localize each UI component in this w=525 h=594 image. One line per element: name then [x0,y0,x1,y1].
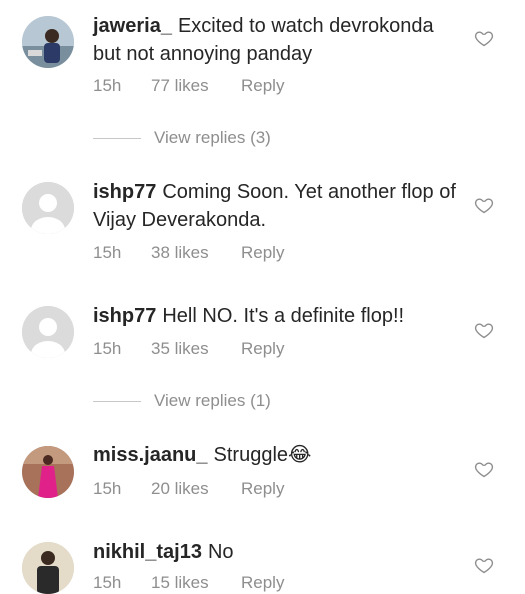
comment-likes[interactable]: 20 likes [151,479,241,499]
heart-outline-icon[interactable] [474,195,494,215]
comment-time: 15h [93,479,122,498]
comment-time: 15h [93,243,122,262]
heart-outline-icon[interactable] [474,320,494,340]
comment-likes[interactable]: 38 likes [151,243,241,263]
comment-meta: 15h 15 likes Reply [93,573,284,593]
user-photo-icon [22,542,74,594]
divider-line [93,400,141,402]
avatar[interactable] [22,446,74,498]
view-replies-label: View replies (1) [154,391,271,410]
default-avatar-icon [22,306,74,358]
comment-username[interactable]: ishp77 [93,305,156,327]
reply-button[interactable]: Reply [241,76,284,96]
comment-meta: 15h 20 likes Reply [93,479,284,499]
comment-likes[interactable]: 15 likes [151,573,241,593]
view-replies-link[interactable]: View replies (3) [93,128,271,148]
comment-username[interactable]: jaweria_ [93,15,172,37]
user-photo-icon [22,446,74,498]
avatar[interactable] [22,542,74,594]
reply-button[interactable]: Reply [241,339,284,359]
default-avatar-icon [22,182,74,234]
comment-meta: 15h 77 likes Reply [93,76,284,96]
comment-username[interactable]: miss.jaanu_ [93,444,208,466]
view-replies-link[interactable]: View replies (1) [93,391,271,411]
comment-time: 15h [93,76,122,95]
heart-outline-icon[interactable] [474,555,494,575]
comment-time: 15h [93,573,122,592]
avatar[interactable] [22,306,74,358]
comment-body: No [207,541,234,563]
reply-button[interactable]: Reply [241,479,284,499]
reply-button[interactable]: Reply [241,573,284,593]
comment-text: ishp77 Coming Soon. Yet another flop of V… [93,178,463,234]
comment-time: 15h [93,339,122,358]
comment-likes[interactable]: 77 likes [151,76,241,96]
comment-text: ishp77 Hell NO. It's a definite flop!! [93,302,463,330]
comment-body: Hell NO. It's a definite flop!! [162,305,405,327]
comment-text: nikhil_taj13 No [93,538,463,566]
comment-meta: 15h 35 likes Reply [93,339,284,359]
reply-button[interactable]: Reply [241,243,284,263]
divider-line [93,137,141,139]
comment-text: miss.jaanu_ Struggle😂 [93,441,463,469]
comment-likes[interactable]: 35 likes [151,339,241,359]
comment-body: Struggle😂 [213,444,312,466]
user-photo-icon [22,16,74,68]
heart-outline-icon[interactable] [474,459,494,479]
comment-username[interactable]: nikhil_taj13 [93,541,202,563]
avatar[interactable] [22,16,74,68]
comment-text: jaweria_ Excited to watch devrokonda but … [93,12,463,68]
view-replies-label: View replies (3) [154,128,271,147]
heart-outline-icon[interactable] [474,28,494,48]
comment-username[interactable]: ishp77 [93,181,156,203]
avatar[interactable] [22,182,74,234]
comment-meta: 15h 38 likes Reply [93,243,284,263]
